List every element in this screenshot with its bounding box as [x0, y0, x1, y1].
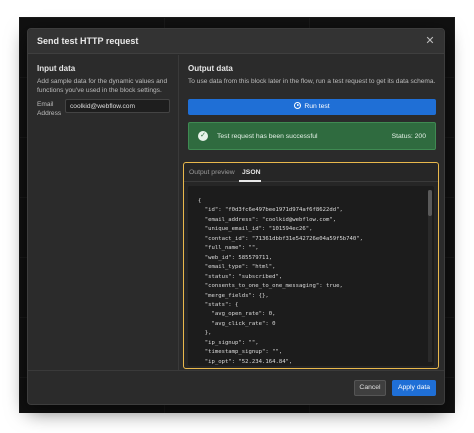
output-tabs: Output preview JSON	[184, 163, 438, 182]
json-code-area[interactable]: { "id": "f0d3fc6e497bee1971d974af6f8622d…	[188, 186, 434, 366]
modal-title: Send test HTTP request	[37, 36, 139, 46]
modal-header: Send test HTTP request ✕	[28, 29, 444, 54]
send-test-request-modal: Send test HTTP request ✕ Input data Add …	[27, 28, 445, 405]
check-circle-icon: ✓	[198, 131, 208, 141]
output-viewer: Output preview JSON { "id": "f0d3fc6e497…	[183, 162, 439, 369]
cancel-button[interactable]: Cancel	[354, 380, 386, 396]
json-output: { "id": "f0d3fc6e497bee1971d974af6f8622d…	[198, 198, 364, 365]
status-code: Status: 200	[391, 133, 426, 140]
play-icon	[294, 102, 302, 109]
modal-footer: Cancel Apply data	[28, 370, 444, 404]
run-test-label: Run test	[304, 103, 330, 110]
scrollbar-thumb[interactable]	[428, 190, 432, 216]
input-data-panel: Input data Add sample data for the dynam…	[28, 55, 179, 370]
input-data-title: Input data	[37, 64, 76, 73]
active-tab-indicator	[239, 180, 261, 182]
success-banner: ✓ Test request has been successful Statu…	[188, 122, 436, 150]
run-test-button[interactable]: Run test	[188, 99, 436, 115]
input-data-description: Add sample data for the dynamic values a…	[37, 78, 168, 94]
email-address-input[interactable]	[65, 99, 170, 113]
output-data-description: To use data from this block later in the…	[188, 78, 436, 85]
apply-data-button[interactable]: Apply data	[392, 380, 436, 396]
close-icon[interactable]: ✕	[423, 34, 437, 48]
tab-json[interactable]: JSON	[242, 169, 261, 176]
success-message: Test request has been successful	[217, 133, 318, 140]
output-data-title: Output data	[188, 64, 233, 73]
tab-output-preview[interactable]: Output preview	[189, 169, 235, 176]
email-address-label: Email Address	[37, 101, 62, 117]
output-data-panel: Output data To use data from this block …	[180, 55, 444, 370]
